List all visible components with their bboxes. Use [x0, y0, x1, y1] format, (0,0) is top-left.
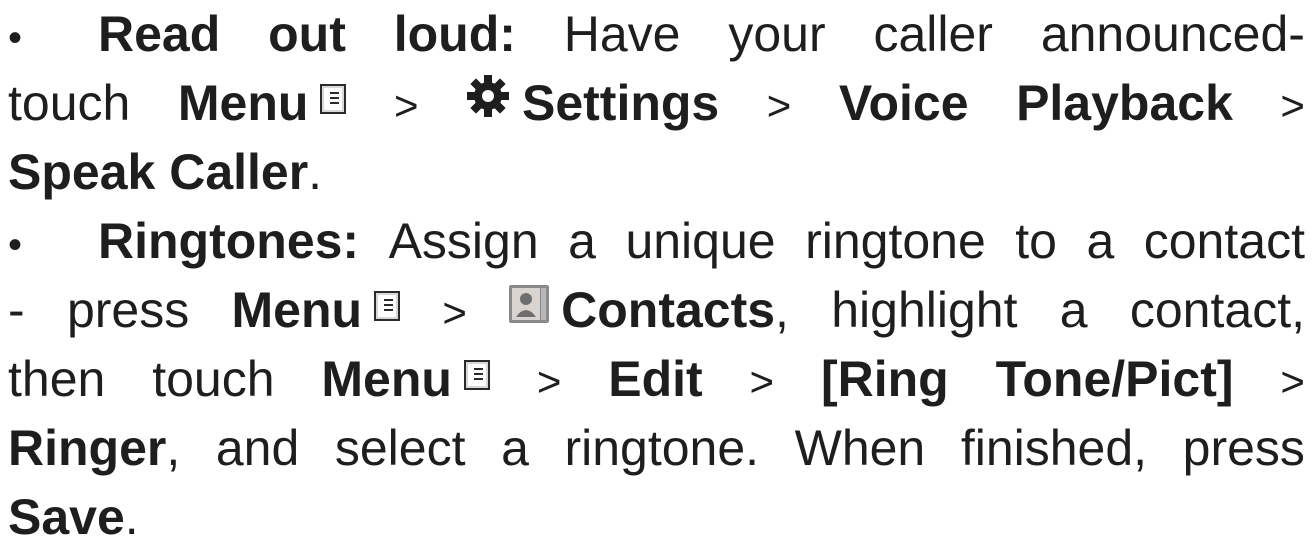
word: loud:	[393, 6, 516, 62]
term-read-out-loud: Read	[98, 6, 221, 62]
word: contact	[1143, 213, 1305, 269]
word: [Ring	[820, 351, 949, 407]
word: unique	[625, 213, 776, 269]
ringer-label: Ringer	[8, 420, 167, 476]
word: caller	[873, 6, 993, 62]
word: Tone/Pict]	[995, 351, 1234, 407]
contacts-label: Contacts	[561, 282, 776, 338]
word: touch	[152, 351, 275, 407]
save-label: Save	[8, 489, 125, 545]
bullet-2-line-2: - press Menu > Contacts, highlight a con…	[8, 276, 1305, 345]
arrow-separator: >	[766, 82, 792, 129]
bullet-2-line-1: • Ringtones: Assign a unique ringtone to…	[8, 207, 1305, 276]
bullet-2-line-3: then touch Menu > Edit > [Ring Tone/Pict…	[8, 345, 1305, 414]
word: and	[215, 420, 300, 476]
word: touch	[8, 75, 131, 131]
word: a	[1059, 282, 1088, 338]
menu-label: Menu	[321, 351, 452, 407]
word: contact,	[1129, 282, 1305, 338]
word: Have	[563, 6, 681, 62]
word: out	[268, 6, 346, 62]
term-ringtones: Ringtones:	[98, 213, 360, 269]
contacts-icon	[509, 272, 550, 323]
arrow-separator: >	[536, 358, 562, 405]
arrow-separator: >	[749, 358, 775, 405]
menu-icon	[320, 84, 347, 114]
speak-caller-label: Speak Caller	[8, 144, 309, 200]
word: Playback	[1016, 75, 1233, 131]
word: ringtone	[805, 213, 986, 269]
bullet-marker: •	[8, 223, 23, 267]
bullet-1-line-1: • Read out loud: Have your caller announ…	[8, 0, 1305, 69]
bullet-2-line-5: Save.	[8, 483, 1305, 552]
period: .	[124, 489, 139, 545]
word: press	[66, 282, 190, 338]
period: .	[308, 144, 323, 200]
comma: ,	[775, 282, 789, 338]
settings-label: Settings	[522, 75, 720, 131]
word: Voice	[838, 75, 969, 131]
document-page: • Read out loud: Have your caller announ…	[0, 0, 1313, 552]
bullet-1-line-2: touch Menu > Settings > Voice Playback >	[8, 69, 1305, 138]
word: select	[334, 420, 466, 476]
bullet-1-line-3: Speak Caller.	[8, 138, 1305, 207]
word: then	[8, 351, 106, 407]
word: When	[794, 420, 926, 476]
word: announced-	[1040, 6, 1305, 62]
word: Assign	[388, 213, 539, 269]
word: highlight	[831, 282, 1018, 338]
bullet-marker: •	[8, 16, 23, 60]
word: a	[501, 420, 529, 476]
bullet-2-line-4: Ringer, and select a ringtone. When fini…	[8, 414, 1305, 483]
word: ringtone.	[564, 420, 760, 476]
word: to	[1015, 213, 1057, 269]
arrow-separator: >	[1280, 82, 1305, 129]
word: a	[568, 213, 596, 269]
edit-label: Edit	[608, 351, 703, 407]
gear-icon	[466, 74, 510, 118]
arrow-separator: >	[1280, 358, 1305, 405]
comma: ,	[166, 420, 181, 476]
menu-icon	[374, 291, 401, 321]
word: finished,	[960, 420, 1148, 476]
word: -	[8, 282, 25, 338]
menu-label: Menu	[177, 75, 309, 131]
word: press	[1182, 420, 1305, 476]
arrow-separator: >	[393, 82, 419, 129]
word: your	[728, 6, 826, 62]
menu-icon	[463, 360, 490, 390]
word: a	[1086, 213, 1115, 269]
menu-label: Menu	[231, 282, 363, 338]
arrow-separator: >	[442, 289, 467, 336]
